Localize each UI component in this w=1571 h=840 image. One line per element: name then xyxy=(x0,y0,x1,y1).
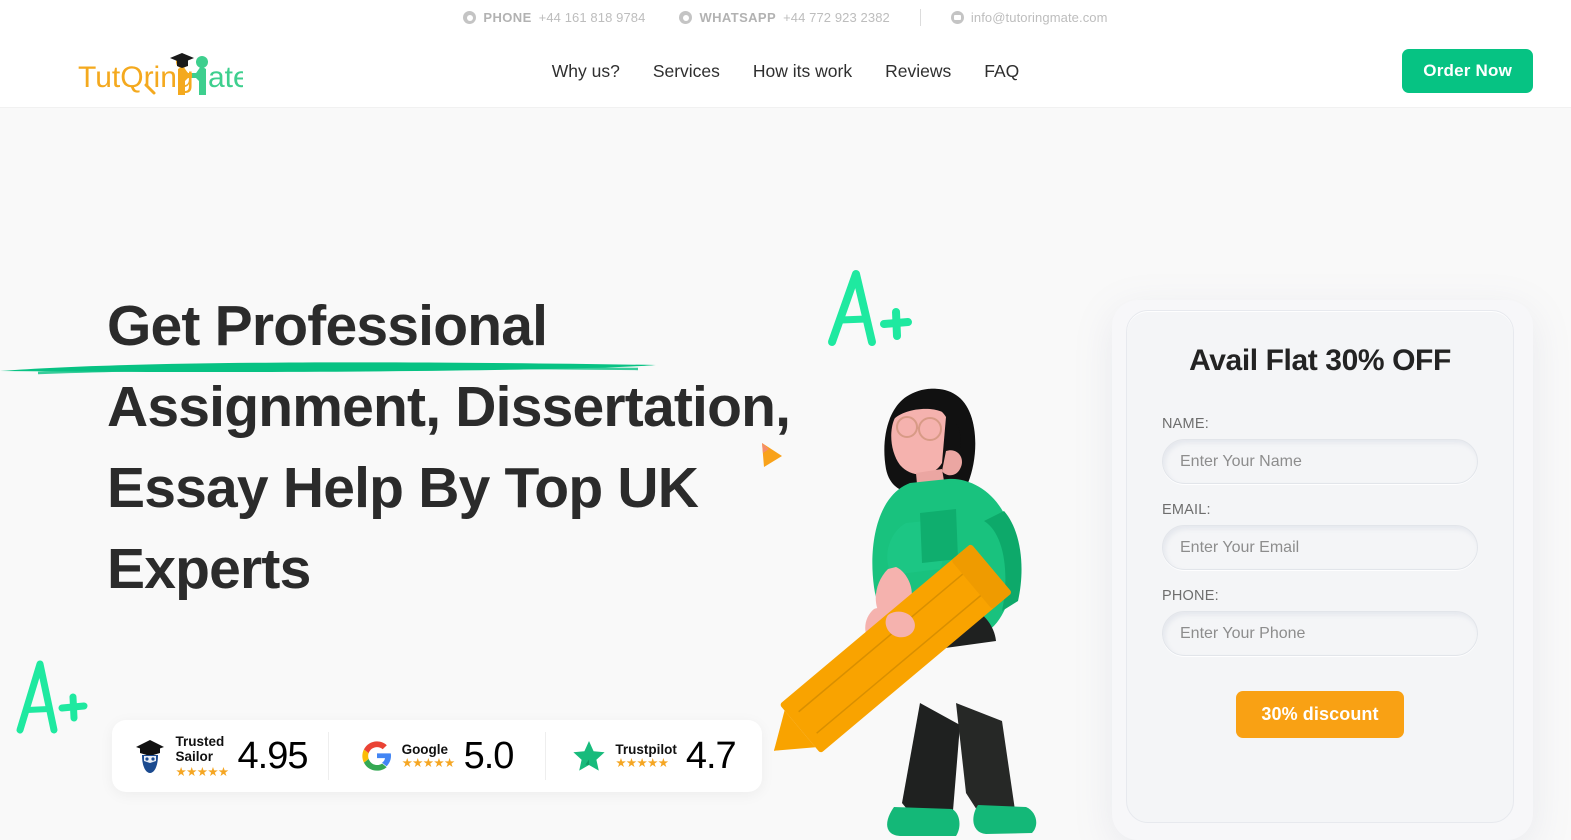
a-plus-doodle-icon xyxy=(16,660,88,734)
rating-score: 4.7 xyxy=(685,735,737,777)
discount-form-card: Avail Flat 30% OFF NAME: EMAIL: PHONE: 3… xyxy=(1126,310,1514,823)
topbar-phone-label: PHONE xyxy=(483,10,532,25)
whatsapp-icon xyxy=(679,11,693,24)
trusted-sailor-icon xyxy=(135,740,164,773)
svg-text:TutQring: TutQring xyxy=(78,61,194,94)
form-title: Avail Flat 30% OFF xyxy=(1189,344,1451,377)
topbar-whatsapp[interactable]: WHATSAPP +44 772 923 2382 xyxy=(679,10,890,25)
topbar-phone[interactable]: PHONE +44 161 818 9784 xyxy=(463,10,645,25)
rating-label: Trusted Sailor xyxy=(175,733,225,764)
name-field-label: NAME: xyxy=(1162,416,1209,432)
nav-item-reviews[interactable]: Reviews xyxy=(885,61,951,82)
topbar-email-value: info@tutoringmate.com xyxy=(970,10,1108,25)
nav-item-why-us[interactable]: Why us? xyxy=(552,61,620,82)
svg-text:ate: ate xyxy=(208,61,243,94)
rating-stars: ★★★★★ xyxy=(615,756,669,770)
email-input[interactable] xyxy=(1162,525,1478,570)
rating-trustpilot[interactable]: Trustpilot ★★★★★ 4.7 xyxy=(545,732,762,780)
topbar-email[interactable]: info@tutoringmate.com xyxy=(950,10,1108,25)
google-icon xyxy=(361,741,391,771)
primary-nav: Why us? Services How its work Reviews FA… xyxy=(552,61,1020,82)
discount-form: NAME: EMAIL: PHONE: 30% discount xyxy=(1162,416,1478,738)
logo-mark: TutQring ate xyxy=(78,53,243,95)
name-input[interactable] xyxy=(1162,439,1478,484)
topbar-divider xyxy=(919,9,921,26)
hero-section: Get Professional Assignment, Dissertatio… xyxy=(0,108,1571,840)
hero-illustration xyxy=(773,388,1037,836)
topbar-phone-value: +44 161 818 9784 xyxy=(538,10,646,25)
headline-rest: Assignment, Dissertation, Essay Help By … xyxy=(107,375,791,601)
nav-item-faq[interactable]: FAQ xyxy=(984,61,1019,82)
mail-icon xyxy=(950,11,964,24)
phone-icon xyxy=(463,11,477,24)
rating-label: Google xyxy=(401,742,449,757)
headline-line-1: Get Professional xyxy=(107,294,548,358)
submit-discount-button[interactable]: 30% discount xyxy=(1236,691,1404,738)
trustpilot-icon xyxy=(573,741,605,771)
rating-google[interactable]: Google ★★★★★ 5.0 xyxy=(328,732,545,780)
logo[interactable]: TutQring ate xyxy=(78,47,243,95)
nav-item-services[interactable]: Services xyxy=(653,61,720,82)
phone-input[interactable] xyxy=(1162,611,1478,656)
a-plus-doodle-icon xyxy=(828,270,912,346)
rating-stars: ★★★★★ xyxy=(175,764,230,779)
rating-label: Trustpilot xyxy=(615,742,677,757)
topbar-whatsapp-value: +44 772 923 2382 xyxy=(783,10,890,25)
ratings-bar: Trusted Sailor ★★★★★ 4.95 Google ★★★★★ 5… xyxy=(112,720,762,792)
topbar-whatsapp-label: WHATSAPP xyxy=(699,10,777,25)
email-field-label: EMAIL: xyxy=(1162,502,1211,518)
rating-score: 4.95 xyxy=(237,735,309,777)
page-title: Get Professional Assignment, Dissertatio… xyxy=(107,286,807,610)
phone-field-label: PHONE: xyxy=(1162,588,1219,604)
site-header: TutQring ate Why us? Services How its wo… xyxy=(0,35,1571,108)
top-contact-bar: PHONE +44 161 818 9784 WHATSAPP +44 772 … xyxy=(0,0,1571,35)
nav-item-how-its-work[interactable]: How its work xyxy=(753,61,852,82)
rating-trusted-sailor[interactable]: Trusted Sailor ★★★★★ 4.95 xyxy=(112,732,328,780)
rating-score: 5.0 xyxy=(463,735,515,777)
rating-stars: ★★★★★ xyxy=(401,756,456,770)
order-now-button[interactable]: Order Now xyxy=(1402,49,1533,93)
